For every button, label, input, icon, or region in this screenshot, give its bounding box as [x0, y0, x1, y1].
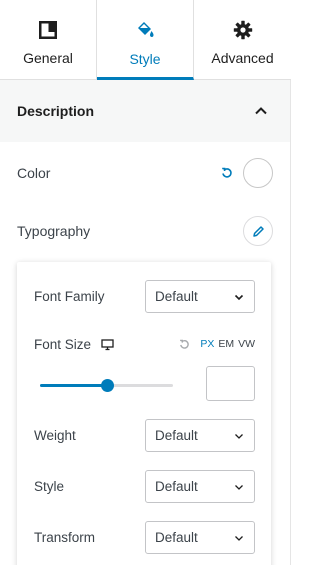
transform-value: Default: [155, 530, 198, 545]
edit-typography-button[interactable]: [243, 216, 273, 246]
font-size-slider[interactable]: [40, 379, 173, 393]
tab-general[interactable]: General: [0, 0, 97, 80]
slider-thumb[interactable]: [101, 379, 114, 392]
color-actions: [221, 158, 273, 188]
paint-bucket-icon: [138, 22, 154, 37]
weight-row: Weight Default: [34, 419, 255, 452]
transform-select[interactable]: Default: [145, 521, 255, 554]
panel-tabs: General Style Advanced: [0, 0, 291, 80]
chevron-down-icon: [234, 294, 244, 300]
typography-label: Typography: [17, 223, 91, 239]
color-swatch[interactable]: [243, 158, 273, 188]
reset-icon[interactable]: [221, 167, 233, 179]
chevron-down-icon: [235, 433, 243, 439]
font-family-value: Default: [155, 289, 198, 304]
desktop-icon[interactable]: [101, 338, 114, 351]
transform-label: Transform: [34, 530, 96, 545]
typography-control: Typography: [17, 215, 273, 247]
unit-vw[interactable]: VW: [238, 338, 255, 350]
font-size-header: Font Size PX EM VW: [34, 334, 255, 354]
font-size-input[interactable]: [206, 366, 255, 401]
slider-fill: [40, 384, 107, 387]
font-size-label-group: Font Size: [34, 337, 114, 352]
pencil-icon: [252, 225, 264, 237]
color-label: Color: [17, 165, 51, 181]
style-panel: Description Color Typography Font Family…: [0, 80, 291, 565]
tab-advanced-label: Advanced: [211, 50, 274, 66]
chevron-up-icon[interactable]: [254, 104, 268, 118]
tab-style-label: Style: [129, 51, 161, 67]
style-select[interactable]: Default: [145, 470, 255, 503]
transform-row: Transform Default: [34, 521, 255, 554]
section-title: Description: [17, 103, 95, 119]
unit-px[interactable]: PX: [200, 338, 214, 350]
layout-icon: [39, 21, 57, 39]
font-family-select[interactable]: Default: [145, 280, 255, 313]
font-size-label: Font Size: [34, 336, 92, 352]
font-family-label: Font Family: [34, 289, 105, 304]
style-row: Style Default: [34, 470, 255, 503]
weight-value: Default: [155, 428, 198, 443]
gear-icon: [233, 20, 252, 40]
font-family-row: Font Family Default: [34, 280, 255, 313]
weight-label: Weight: [34, 428, 76, 443]
style-value: Default: [155, 479, 198, 494]
tab-advanced[interactable]: Advanced: [194, 0, 291, 80]
style-label: Style: [34, 479, 65, 494]
chevron-down-icon: [235, 535, 243, 541]
unit-em[interactable]: EM: [218, 338, 234, 350]
typography-popover: Font Family Default Font Size PX EM VW W…: [17, 262, 271, 565]
unit-selector: PX EM VW: [179, 338, 255, 350]
description-section-header[interactable]: Description: [0, 80, 290, 142]
tab-style[interactable]: Style: [97, 0, 194, 80]
weight-select[interactable]: Default: [145, 419, 255, 452]
color-control: Color: [17, 157, 273, 189]
tab-general-label: General: [23, 50, 73, 66]
reset-icon[interactable]: [179, 339, 190, 350]
chevron-down-icon: [235, 484, 243, 490]
